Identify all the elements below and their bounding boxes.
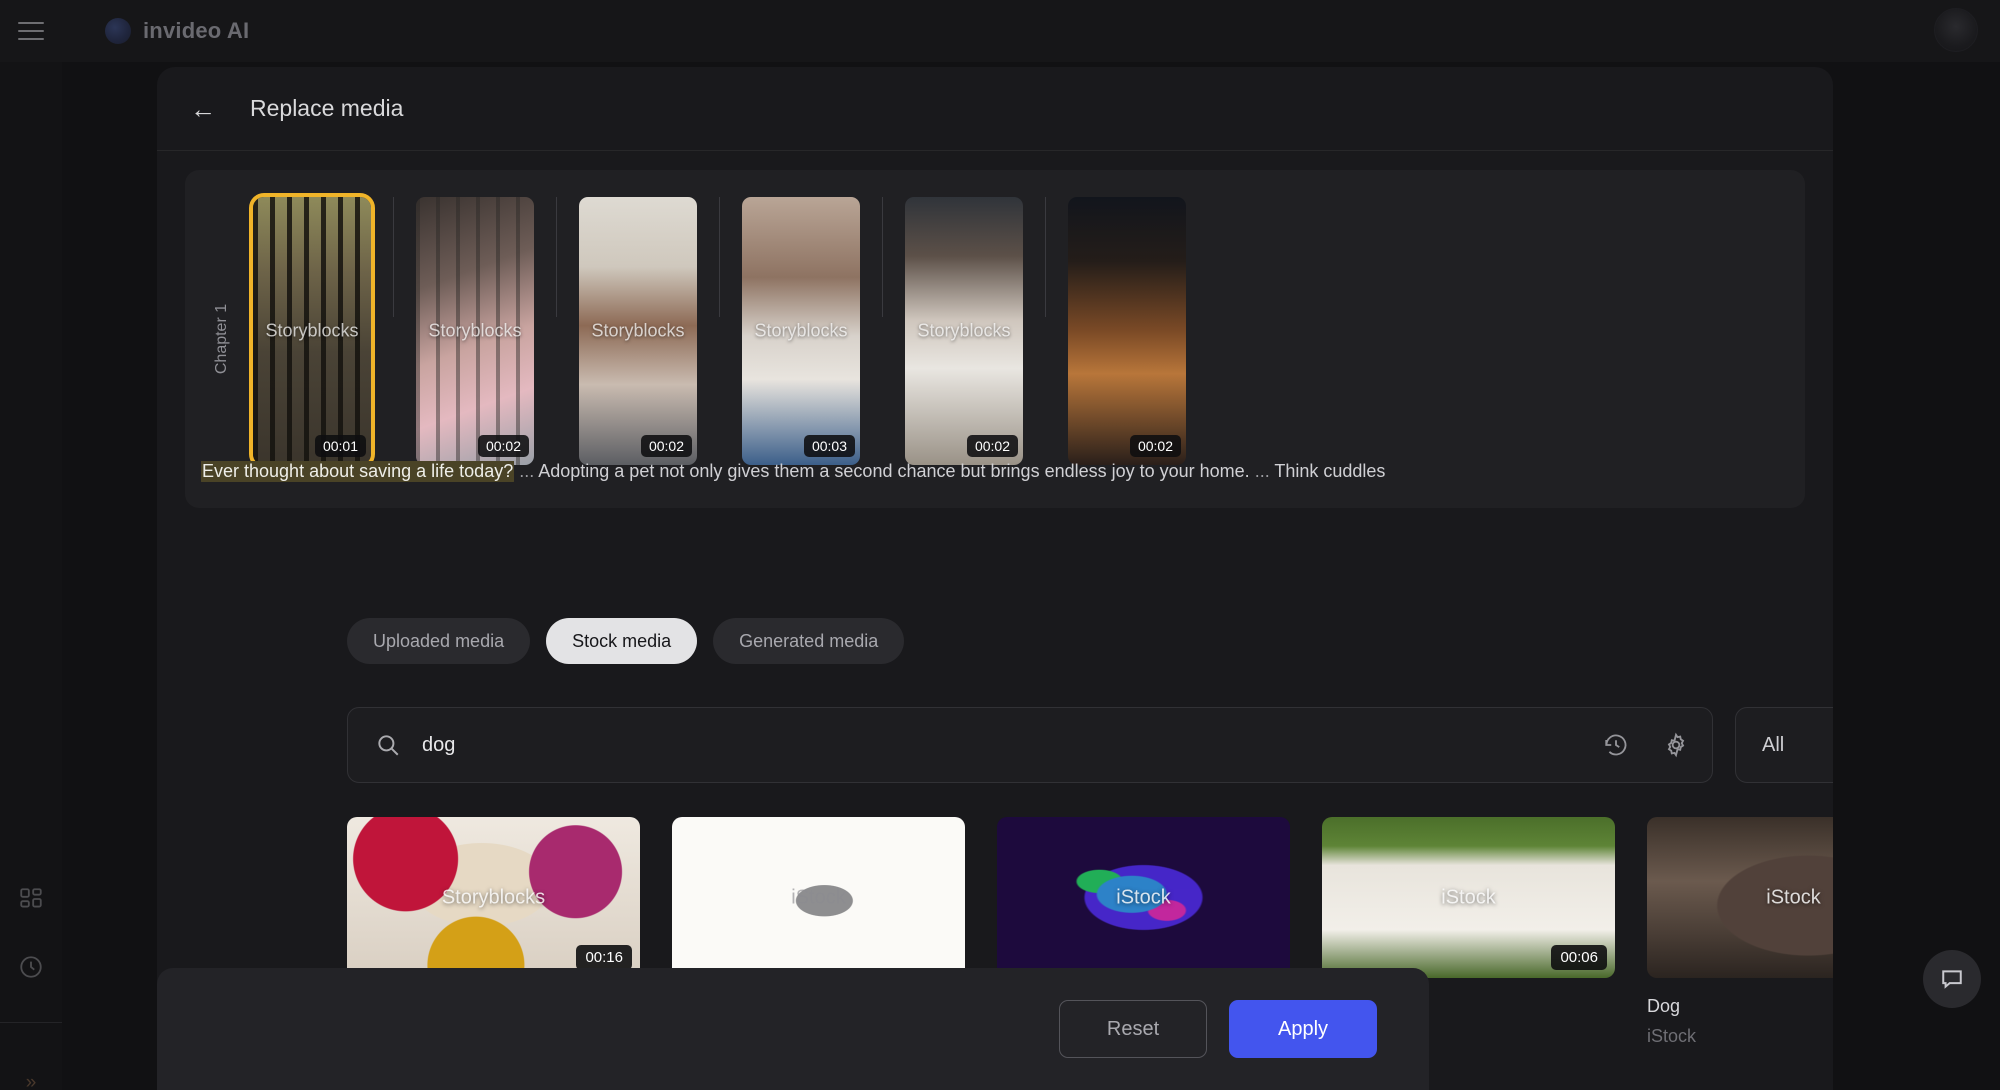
clip-duration: 00:02 (1129, 435, 1181, 457)
reset-button[interactable]: Reset (1059, 1000, 1207, 1058)
timeline-clip[interactable]: Storyblocks 00:02 (416, 197, 534, 465)
clip-duration: 00:02 (966, 435, 1018, 457)
media-thumbnail[interactable]: iStock (672, 817, 965, 978)
media-thumbnail[interactable]: iStock 00:06 (1322, 817, 1615, 978)
media-filter-select[interactable]: All (1735, 707, 1833, 783)
chat-bubble-icon[interactable] (1923, 950, 1981, 1008)
history-icon[interactable] (1596, 725, 1636, 765)
timeline-clip[interactable]: Storyblocks 00:03 (742, 197, 860, 465)
tab-stock-media[interactable]: Stock media (546, 618, 698, 664)
top-bar: invideo AI (0, 0, 2000, 62)
rail-divider (0, 1022, 62, 1023)
clip-divider (556, 197, 557, 317)
search-icon (374, 725, 402, 765)
clip-divider (393, 197, 394, 317)
media-card[interactable]: iStock Dog iStock (1647, 817, 1833, 1047)
search-row: All (347, 707, 1833, 783)
chapter-label-text: Chapter 1 (213, 303, 231, 375)
media-thumbnail[interactable]: iStock (997, 817, 1290, 978)
timeline-clip[interactable]: 00:02 (1068, 197, 1186, 465)
caption-separator-1: ... (514, 461, 539, 481)
page-title: Replace media (250, 95, 404, 121)
user-avatar[interactable] (1934, 8, 1978, 52)
clip-duration: 00:02 (640, 435, 692, 457)
brand-name: invideo AI (143, 18, 250, 43)
timeline-clip[interactable]: Storyblocks 00:02 (905, 197, 1023, 465)
clip-divider (719, 197, 720, 317)
replace-media-modal: ← Replace media Uploaded media Stock med… (157, 67, 1833, 1090)
media-filter-value: All (1762, 733, 1785, 756)
caption-rest-1: Adopting a pet not only gives them a sec… (538, 461, 1250, 481)
clip-divider (1045, 197, 1046, 317)
media-type-tabs: Uploaded media Stock media Generated med… (347, 618, 905, 664)
media-source: iStock (1647, 1026, 1697, 1046)
thumbnail-duration: 00:16 (576, 945, 632, 970)
clip-duration: 00:02 (477, 435, 529, 457)
media-title: Dog (1647, 996, 1681, 1016)
grid-icon[interactable] (18, 886, 44, 912)
timeline-clip[interactable]: Storyblocks 00:02 (579, 197, 697, 465)
clip-divider (882, 197, 883, 317)
caption-highlighted: Ever thought about saving a life today? (201, 461, 515, 482)
caption-rest-2: Think cuddles (1274, 461, 1386, 481)
modal-footer: Reset Apply (157, 968, 1429, 1090)
clip-strip: Storyblocks 00:01 Storyblocks 00:02 Stor… (249, 193, 1186, 469)
apply-button[interactable]: Apply (1229, 1000, 1377, 1058)
chapter-label: Chapter 1 (209, 170, 235, 508)
media-thumbnail[interactable]: iStock (1647, 817, 1833, 978)
app-root: invideo AI » ← Replace media Uploaded me… (0, 0, 2000, 1090)
timeline-panel: Chapter 1 Storyblocks 00:01 Storyblocks … (185, 170, 1805, 508)
tab-uploaded-media[interactable]: Uploaded media (347, 618, 531, 664)
clip-duration: 00:01 (314, 435, 366, 457)
hamburger-icon[interactable] (0, 0, 62, 62)
search-box[interactable] (347, 707, 1713, 783)
invideo-logo-icon (105, 18, 131, 44)
left-rail: » (0, 62, 62, 1090)
modal-header: ← Replace media (157, 67, 1833, 151)
tab-generated-media[interactable]: Generated media (713, 618, 905, 664)
clock-icon[interactable] (18, 954, 44, 980)
script-caption[interactable]: Ever thought about saving a life today? … (201, 461, 1795, 482)
caption-separator-2: ... (1249, 461, 1275, 481)
clip-duration: 00:03 (803, 435, 855, 457)
back-arrow-icon[interactable]: ← (190, 96, 216, 122)
media-thumbnail[interactable]: Storyblocks 00:16 (347, 817, 640, 978)
gear-icon[interactable] (1656, 725, 1696, 765)
brand[interactable]: invideo AI (105, 18, 249, 44)
thumbnail-duration: 00:06 (1551, 945, 1607, 970)
timeline-clip[interactable]: Storyblocks 00:01 (249, 193, 375, 469)
search-input[interactable] (422, 733, 1576, 757)
expand-sidebar-button[interactable]: » (10, 1062, 52, 1090)
